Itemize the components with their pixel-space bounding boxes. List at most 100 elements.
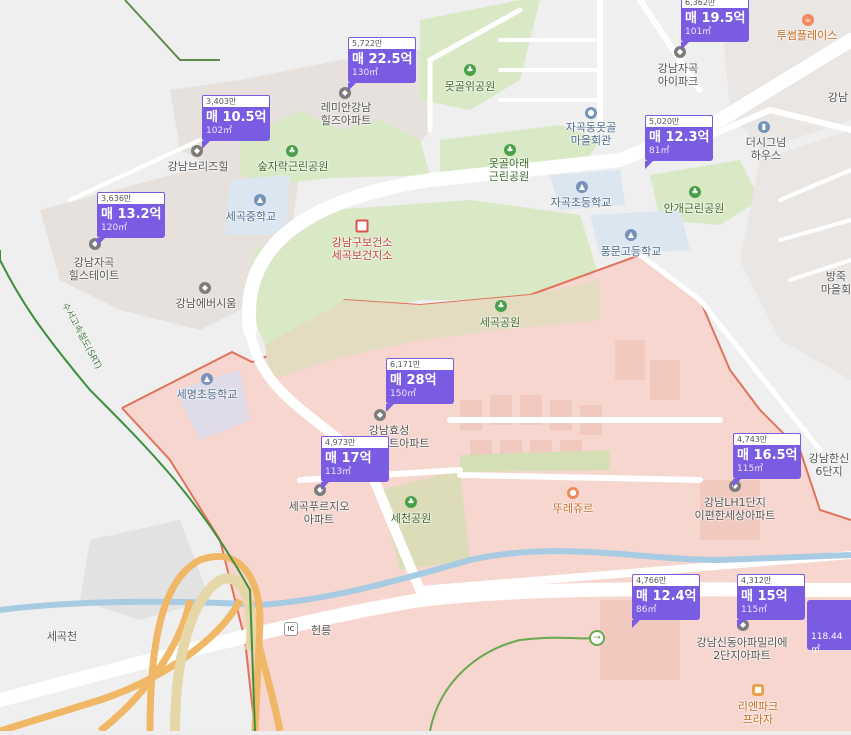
label-segok-middle[interactable]: 세곡중학교 [226,210,277,223]
sale-price: 매 15억 [741,589,788,604]
label-angae-park[interactable]: 안개근린공원 [664,202,725,215]
marker-tail [386,404,394,412]
price-per-pyeong: 6,362만 [681,0,749,8]
price-marker[interactable]: 4,766만 매 12.4억 86㎡ [632,574,700,628]
marker-tail [681,42,689,50]
sale-price: 매 13.2억 [101,207,162,222]
price-marker[interactable]: 5,722만 매 22.5억 130㎡ [348,37,416,91]
school-icon[interactable]: ▲ [576,181,588,193]
label-tuscom-place[interactable]: 투썸플레이스 [777,29,838,42]
park-icon[interactable]: ♣ [405,496,417,508]
shopping-icon[interactable]: ■ [752,684,764,696]
unit-area: 113㎡ [325,467,352,477]
label-gangnam-jagok-hills[interactable]: 강남자곡 힐스테이트 [69,256,120,282]
sale-price: 매 10.5억 [206,110,267,125]
sale-price: 매 16.5억 [737,448,798,463]
price-per-pyeong: 6,171만 [386,358,454,370]
label-remian-gangnam[interactable]: 레미안강남 힐즈아파트 [321,101,372,127]
marker-tail [645,161,653,169]
label-tous-les-jours[interactable]: 뚜레쥬르 [553,502,593,515]
unit-area: 86㎡ [636,605,657,615]
school-icon[interactable]: ▲ [625,229,637,241]
label-segok-pruzio[interactable]: 세곡푸르지오 아파트 [289,500,350,526]
label-gangnam-health[interactable]: 강남구보건소 세곡보건지소 [332,236,393,262]
sale-price: 매 17억 [325,451,372,466]
label-jagok-elem[interactable]: 자곡초등학교 [551,196,612,209]
label-gangnam-lh1[interactable]: 강남LH1단지 이편한세상아파트 [695,496,776,522]
unit-area: 81㎡ [649,146,670,156]
label-supjarak-park[interactable]: 숲자락근린공원 [258,160,329,173]
unit-area: 150㎡ [390,389,417,399]
price-marker[interactable]: 3,403만 매 10.5억 102㎡ [202,95,270,149]
school-icon[interactable]: ▲ [201,373,213,385]
label-gangnam-jagok-apark[interactable]: 강남자곡 아이파크 [658,62,698,88]
park-icon[interactable]: ♣ [495,300,507,312]
sale-price: 매 12.4억 [636,589,697,604]
label-hyeonneung[interactable]: 헌릉 [311,624,331,637]
label-gangnam-sindong[interactable]: 강남신동아파밀리에 2단지아파트 [696,636,787,662]
sale-price: 매 28억 [390,373,437,388]
label-motgolwi-park[interactable]: 못골위공원 [445,80,496,93]
label-gangnam-ebusi[interactable]: 강남에버시움 [176,297,237,310]
apartment-icon[interactable]: ◆ [374,409,386,421]
trail-arrow-icon[interactable]: → [589,630,605,646]
cafe-icon[interactable]: ☕ [802,14,814,26]
label-segokcheon[interactable]: 세곡천 [47,630,77,643]
price-per-pyeong: 5,722만 [348,37,416,49]
unit-area: 130㎡ [352,68,379,78]
marker-tail [202,141,210,149]
ic-icon: IC [284,622,298,636]
price-per-pyeong: 4,766만 [632,574,700,586]
health-center-icon[interactable] [355,219,369,233]
marker-tail [632,620,640,628]
label-gangnam-breeze[interactable]: 강남브리즈힐 [168,160,229,173]
label-jagok-motgol[interactable]: 자곡동못골 마을회관 [566,121,617,147]
sale-price: 매 12.3억 [649,130,710,145]
label-secheon-park[interactable]: 세천공원 [391,512,431,525]
price-marker[interactable]: 4,312만 매 15억 115㎡ [737,574,805,628]
price-marker-partial[interactable]: 118.44㎡ [807,600,851,655]
marker-tail [348,83,356,91]
park-icon[interactable]: ♣ [689,186,701,198]
apartment-icon[interactable]: ◆ [199,282,211,294]
map-canvas[interactable]: ☕ ◆ ♣ ◆ ● ▮ ◆ ♣ ♣ ▲ ♣ ▲ ▲ ◆ ◆ ♣ ▲ ◆ ◆ ♣ … [0,0,851,735]
price-marker[interactable]: 5,020만 매 12.3억 81㎡ [645,115,713,169]
unit-area: 118.44㎡ [811,632,843,655]
unit-area: 120㎡ [101,223,128,233]
unit-area: 115㎡ [741,605,768,615]
label-deothegreen[interactable]: 더시그넘 하우스 [746,136,786,162]
label-gangnam-partial[interactable]: 강남 [828,91,848,104]
price-per-pyeong: 5,020만 [645,115,713,127]
label-semyung-elem[interactable]: 세명초등학교 [177,388,238,401]
label-segok-park[interactable]: 세곡공원 [480,316,520,329]
school-icon[interactable]: ▲ [254,194,266,206]
park-icon[interactable]: ♣ [504,144,516,156]
price-marker[interactable]: 4,973만 매 17억 113㎡ [321,436,389,490]
marker-tail [737,620,745,628]
bakery-icon[interactable]: ● [567,487,579,499]
price-marker[interactable]: 6,362만 매 19.5억 101㎡ [681,0,749,50]
price-per-pyeong: 3,636만 [97,192,165,204]
building-icon[interactable]: ▮ [758,121,770,133]
price-marker[interactable]: 3,636만 매 13.2억 120㎡ [97,192,165,246]
unit-area: 101㎡ [685,27,712,37]
price-per-pyeong: 4,973만 [321,436,389,448]
label-lien-park[interactable]: 리엔파크 프라자 [738,700,778,726]
park-icon[interactable]: ♣ [286,145,298,157]
label-motgol-arae-park[interactable]: 못골아래 근린공원 [489,157,529,183]
community-center-icon[interactable]: ● [585,107,597,119]
price-marker[interactable]: 6,171만 매 28억 150㎡ [386,358,454,412]
price-per-pyeong: 4,312만 [737,574,805,586]
label-pungmun-high[interactable]: 풍문고등학교 [601,245,662,258]
label-gangnam-hansin[interactable]: 강남한신 6단지 [809,452,849,478]
price-per-pyeong: 4,743만 [733,433,801,445]
marker-tail [321,482,329,490]
price-marker[interactable]: 4,743만 매 16.5억 115㎡ [733,433,801,487]
marker-tail [733,479,741,487]
park-icon[interactable]: ♣ [464,64,476,76]
unit-area: 115㎡ [737,464,764,474]
label-bangjuk[interactable]: 방죽 마을회 [821,270,851,296]
marker-tail [97,238,105,246]
unit-area: 102㎡ [206,126,233,136]
price-per-pyeong: 3,403만 [202,95,270,107]
